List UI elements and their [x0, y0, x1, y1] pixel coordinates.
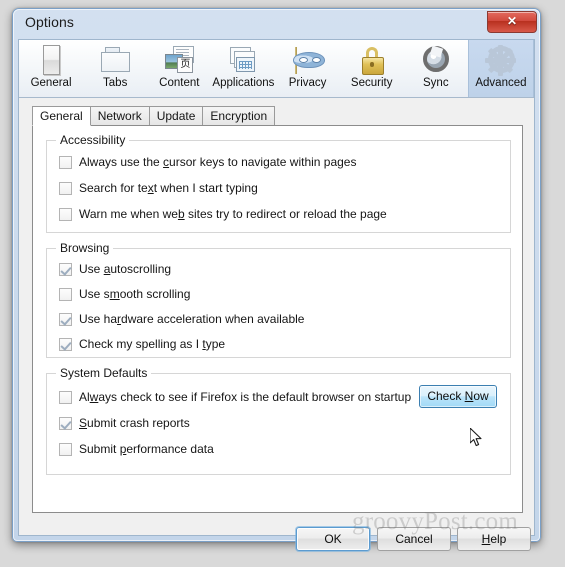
- applications-icon: [227, 44, 259, 76]
- tabs-folder-icon: [99, 44, 131, 76]
- category-advanced[interactable]: Advanced: [467, 40, 534, 97]
- window-title: Options: [25, 14, 74, 30]
- help-button[interactable]: Help: [457, 527, 531, 551]
- options-window: Options ✕ General Tabs 页 Content Applica…: [12, 8, 541, 551]
- checkbox-row-default-browser[interactable]: Always check to see if Firefox is the de…: [59, 389, 411, 405]
- dialog-client-area: General Tabs 页 Content Applications Priv…: [18, 39, 535, 551]
- tab-label: Network: [97, 109, 142, 123]
- cancel-label: Cancel: [395, 532, 433, 546]
- security-padlock-icon: [356, 44, 388, 76]
- advanced-gear-icon: [485, 44, 517, 76]
- checkbox-label: Use autoscrolling: [79, 262, 172, 276]
- checkbox-cursor-keys[interactable]: [59, 155, 72, 169]
- ok-button[interactable]: OK: [296, 527, 370, 551]
- category-applications[interactable]: Applications: [211, 40, 275, 97]
- help-label: Help: [481, 532, 507, 546]
- group-accessibility: Accessibility Always use the cursor keys…: [46, 133, 511, 233]
- checkbox-label: Use smooth scrolling: [79, 287, 191, 301]
- category-label: Applications: [212, 77, 275, 89]
- tab-label: Update: [156, 109, 196, 123]
- cancel-button[interactable]: Cancel: [377, 527, 451, 551]
- category-label: Tabs: [103, 77, 128, 89]
- tab-label: Encryption: [210, 109, 268, 123]
- group-title: Accessibility: [56, 133, 130, 147]
- category-label: Sync: [423, 77, 449, 89]
- category-label: Advanced: [475, 77, 527, 89]
- checkbox-crash-reports[interactable]: [59, 416, 72, 430]
- group-system-defaults: System Defaults Always check to see if F…: [46, 366, 511, 475]
- check-now-label: Check Now: [427, 389, 489, 403]
- title-bar[interactable]: Options ✕: [13, 9, 540, 39]
- checkbox-row-spelling[interactable]: Check my spelling as I type: [59, 336, 225, 352]
- checkbox-row-hardware-acceleration[interactable]: Use hardware acceleration when available: [59, 311, 304, 327]
- checkbox-row-crash-reports[interactable]: Submit crash reports: [59, 415, 190, 431]
- check-now-button[interactable]: Check Now: [419, 385, 497, 408]
- tab-encryption[interactable]: Encryption: [202, 106, 276, 125]
- tab-update[interactable]: Update: [148, 106, 204, 125]
- sync-arrows-icon: [420, 44, 452, 76]
- group-browsing: Browsing Use autoscrolling Use smooth sc…: [46, 241, 511, 358]
- tab-network[interactable]: Network: [89, 106, 150, 125]
- checkbox-row-smooth-scrolling[interactable]: Use smooth scrolling: [59, 286, 190, 302]
- checkbox-hardware-acceleration[interactable]: [59, 312, 72, 326]
- checkbox-performance-data[interactable]: [59, 442, 72, 456]
- category-content[interactable]: 页 Content: [147, 40, 211, 97]
- checkbox-label: Search for text when I start typing: [79, 181, 258, 195]
- tab-label: General: [40, 109, 83, 123]
- category-label: Content: [159, 77, 200, 89]
- checkbox-label: Warn me when web sites try to redirect o…: [79, 207, 387, 221]
- category-label: Security: [350, 77, 393, 89]
- group-title: Browsing: [56, 241, 114, 255]
- category-label: General: [30, 77, 72, 89]
- checkbox-search-text[interactable]: [59, 181, 72, 195]
- general-window-icon: [35, 44, 67, 76]
- category-general[interactable]: General: [19, 40, 83, 97]
- ok-label: OK: [324, 532, 342, 546]
- checkbox-row-performance-data[interactable]: Submit performance data: [59, 441, 214, 457]
- category-privacy[interactable]: Privacy: [276, 40, 340, 97]
- category-security[interactable]: Security: [340, 40, 404, 97]
- content-page-icon: 页: [163, 44, 195, 76]
- close-icon: ✕: [506, 14, 518, 28]
- checkbox-label: Always check to see if Firefox is the de…: [79, 390, 412, 404]
- group-title: System Defaults: [56, 366, 152, 380]
- category-sync[interactable]: Sync: [404, 40, 468, 97]
- checkbox-row-cursor-keys[interactable]: Always use the cursor keys to navigate w…: [59, 154, 356, 170]
- checkbox-row-autoscrolling[interactable]: Use autoscrolling: [59, 261, 171, 277]
- checkbox-label: Submit crash reports: [79, 416, 190, 430]
- category-toolbar: General Tabs 页 Content Applications Priv…: [19, 40, 534, 98]
- checkbox-label: Always use the cursor keys to navigate w…: [79, 155, 357, 169]
- checkbox-autoscrolling[interactable]: [59, 262, 72, 276]
- privacy-mask-icon: [292, 44, 325, 76]
- checkbox-warn-redirect[interactable]: [59, 207, 72, 221]
- checkbox-label: Check my spelling as I type: [79, 337, 226, 351]
- tab-panel-general: Accessibility Always use the cursor keys…: [32, 125, 523, 513]
- category-tabs[interactable]: Tabs: [83, 40, 147, 97]
- category-label: Privacy: [288, 77, 327, 89]
- tab-general[interactable]: General: [32, 106, 91, 126]
- checkbox-label: Use hardware acceleration when available: [79, 312, 305, 326]
- checkbox-label: Submit performance data: [79, 442, 214, 456]
- checkbox-row-warn-redirect[interactable]: Warn me when web sites try to redirect o…: [59, 206, 387, 222]
- close-button[interactable]: ✕: [487, 11, 537, 33]
- checkbox-spelling[interactable]: [59, 337, 72, 351]
- checkbox-smooth-scrolling[interactable]: [59, 287, 72, 301]
- checkbox-default-browser[interactable]: [59, 390, 72, 404]
- subtab-strip: General Network Update Encryption: [32, 106, 523, 126]
- checkbox-row-search-text[interactable]: Search for text when I start typing: [59, 180, 258, 196]
